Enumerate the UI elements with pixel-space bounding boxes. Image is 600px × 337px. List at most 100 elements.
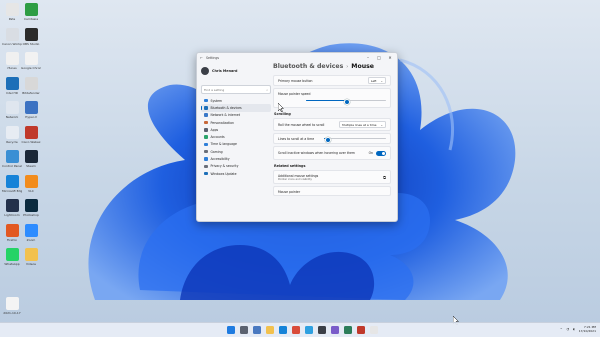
start-button-icon[interactable]	[227, 326, 235, 334]
app-icon	[5, 223, 19, 237]
app-icon	[24, 101, 38, 114]
search-input[interactable]: Find a setting ⌕	[201, 85, 271, 94]
desktop-icon[interactable]: WhatsApp	[2, 248, 22, 266]
desktop-icon[interactable]: Videos	[21, 248, 41, 266]
desktop-icon[interactable]: Photoshop	[21, 199, 41, 217]
maximize-button[interactable]: □	[375, 55, 383, 61]
desktop-icon-label: Cisco Webex	[21, 139, 41, 144]
desktop-icon[interactable]: Camtasia	[21, 3, 41, 21]
app-icon	[5, 76, 19, 90]
nav-item[interactable]: Gaming	[201, 148, 271, 155]
clock[interactable]: 7:21 PM 17/10/2021	[579, 325, 596, 333]
taskbar-app-icon[interactable]	[305, 326, 313, 334]
nav-item[interactable]: Windows Update	[201, 170, 271, 177]
nav-item-icon	[204, 149, 208, 154]
desktop-icon[interactable]: Bitdefender	[21, 76, 41, 95]
desktop-icon[interactable]: Recycle	[2, 125, 22, 144]
taskbar-app-icon[interactable]	[331, 326, 339, 334]
nav-item-label: Privacy & security	[210, 164, 239, 169]
desktop-icon[interactable]: VLC	[21, 174, 41, 193]
nav-item[interactable]: Apps	[201, 126, 271, 133]
taskbar-app-icon[interactable]	[279, 326, 287, 334]
app-icon	[5, 125, 19, 139]
additional-mouse-settings[interactable]: Additional mouse settings Pointer icons …	[273, 170, 391, 184]
nav-item[interactable]: Accessibility	[201, 155, 271, 162]
taskbar-app-icon[interactable]	[266, 326, 274, 334]
desktop-icon[interactable]: OBS Studio	[21, 27, 41, 46]
desktop-icon-label: Control Panel	[2, 164, 22, 168]
inactive-scroll-toggle[interactable]	[376, 150, 386, 156]
user-name: Chris Menard	[212, 69, 238, 73]
desktop-icon[interactable]: Zoom	[21, 223, 41, 242]
desktop-icon[interactable]: Pate	[2, 3, 22, 21]
volume-icon[interactable]: ◖	[573, 327, 575, 331]
primary-button-dropdown[interactable]: Left ⌄	[367, 77, 386, 84]
desktop-icon[interactable]: Steam	[21, 150, 41, 168]
lines-label: Lines to scroll at a time	[278, 136, 315, 141]
lines-slider[interactable]	[324, 136, 386, 143]
nav-item[interactable]: Privacy & security	[201, 163, 271, 170]
mouse-pointer-label: Mouse pointer	[278, 190, 301, 194]
slider-thumb[interactable]	[344, 98, 350, 105]
desktop-icon[interactable]: iTunes	[2, 52, 22, 70]
related-settings-heading: Related settings	[274, 164, 306, 168]
nav-item-icon	[204, 98, 208, 103]
title-bar: ← Settings – □ ✕	[197, 53, 397, 63]
taskbar-app-icon[interactable]	[240, 326, 248, 334]
pointer-speed-slider[interactable]	[306, 98, 386, 105]
desktop-icon[interactable]: Canon Workpad	[2, 27, 22, 46]
taskbar-app-icon[interactable]	[344, 326, 352, 334]
app-icon	[24, 76, 38, 90]
tray-overflow-icon[interactable]: ^	[560, 327, 563, 331]
taskbar-app-icon[interactable]	[292, 326, 300, 334]
app-icon	[24, 27, 38, 41]
desktop-icon-label: Lightroom	[4, 213, 20, 217]
nav-item[interactable]: Personalization	[201, 119, 271, 126]
slider-thumb[interactable]	[325, 136, 332, 143]
desktop-icon[interactable]: Microsoft Edge	[2, 174, 22, 193]
desktop-icon[interactable]: 2021-10-17	[2, 297, 22, 315]
desktop-icon[interactable]: Lightroom	[2, 199, 22, 217]
desktop-icon-label: Camtasia	[23, 17, 39, 21]
desktop-icon[interactable]: Cisco Webex	[21, 125, 41, 144]
network-icon[interactable]: ◔	[566, 327, 569, 331]
nav-item[interactable]: Time & language	[201, 141, 271, 148]
nav-item-label: Time & language	[210, 142, 237, 147]
nav-item-label: System	[210, 98, 223, 103]
app-icon	[5, 297, 19, 310]
taskbar-app-icon[interactable]	[318, 326, 326, 334]
app-icon	[24, 223, 38, 237]
nav-item[interactable]: Bluetooth & devices	[201, 104, 271, 112]
app-icon	[5, 248, 19, 261]
user-profile[interactable]: Chris Menard	[201, 63, 271, 79]
taskbar-app-icon[interactable]	[253, 326, 261, 334]
pointer-speed-card: Mouse pointer speed	[273, 88, 391, 108]
desktop-icon-label: WhatsApp	[4, 262, 20, 266]
desktop-icon[interactable]: Intel HD	[2, 76, 22, 95]
taskbar-app-icon[interactable]	[370, 326, 378, 334]
breadcrumb-parent[interactable]: Bluetooth & devices	[273, 63, 343, 70]
close-button[interactable]: ✕	[386, 55, 394, 61]
app-icon	[5, 3, 19, 16]
settings-nav: Chris Menard Find a setting ⌕ System Blue…	[197, 63, 275, 221]
primary-button-value: Left	[370, 78, 377, 83]
desktop-icon[interactable]: Google Chrome	[21, 52, 41, 70]
roll-wheel-dropdown[interactable]: Multiple lines at a time ⌄	[339, 121, 386, 128]
mouse-pointer-settings[interactable]: Mouse pointer	[273, 186, 391, 196]
nav-item-icon	[204, 135, 208, 139]
desktop-icon[interactable]: Control Panel	[2, 150, 22, 168]
nav-item[interactable]: Accounts	[201, 133, 271, 140]
app-icon	[24, 125, 38, 139]
nav-item[interactable]: Network & internet	[201, 112, 271, 119]
additional-settings-label: Additional mouse settings	[278, 173, 319, 178]
taskbar-app-icon[interactable]	[357, 326, 365, 334]
toggle-state: On	[368, 151, 373, 155]
desktop-icon[interactable]: Firefox	[2, 223, 22, 242]
desktop-icon[interactable]: Hyper-V	[21, 101, 41, 119]
taskbar-apps	[227, 326, 378, 334]
primary-button-label: Primary mouse button	[278, 78, 313, 83]
minimize-button[interactable]: –	[364, 55, 372, 61]
desktop-icon[interactable]: Network	[2, 101, 22, 119]
nav-item-label: Apps	[210, 127, 219, 132]
nav-item[interactable]: System	[201, 97, 271, 104]
